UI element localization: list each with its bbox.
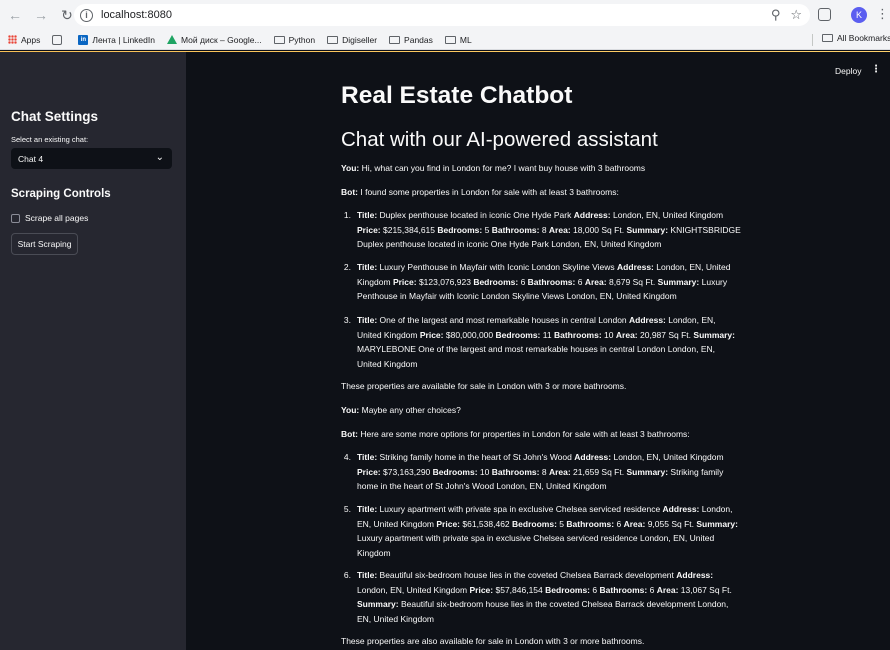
back-icon[interactable]: ← bbox=[4, 4, 26, 26]
bookmark-apps[interactable]: Apps bbox=[8, 35, 40, 45]
bookmark-star-icon[interactable]: ☆ bbox=[790, 7, 802, 23]
all-bookmarks[interactable]: All Bookmarks bbox=[822, 33, 890, 43]
folder-icon bbox=[444, 35, 456, 44]
forward-icon[interactable]: → bbox=[30, 4, 52, 26]
folder-icon bbox=[327, 35, 339, 44]
user-message: You: Maybe any other choices? bbox=[341, 405, 461, 415]
chevron-down-icon: ⌄ bbox=[155, 152, 164, 163]
profile-avatar[interactable]: K bbox=[851, 7, 867, 23]
scrape-all-checkbox[interactable]: Scrape all pages bbox=[11, 213, 88, 223]
listing-text: Title: Beautiful six-bedroom house lies … bbox=[357, 570, 732, 624]
sidebar: Chat Settings Select an existing chat: C… bbox=[0, 52, 186, 650]
url-text[interactable]: localhost:8080 bbox=[101, 9, 172, 21]
checkbox-label: Scrape all pages bbox=[25, 213, 89, 223]
folder-icon bbox=[273, 35, 285, 44]
tab-groups-icon bbox=[52, 34, 63, 45]
bot-note: These properties are available for sale … bbox=[341, 381, 627, 391]
bookmark-ml[interactable]: ML bbox=[444, 35, 472, 45]
main-menu-icon[interactable]: ⋮ bbox=[871, 64, 881, 75]
user-message: You: Hi, what can you find in London for… bbox=[341, 163, 646, 173]
linkedin-icon: in bbox=[78, 34, 89, 45]
bookmark-linkedin[interactable]: in Лента | LinkedIn bbox=[78, 34, 155, 45]
bookmark-digiseller[interactable]: Digiseller bbox=[327, 35, 377, 45]
start-scraping-button[interactable]: Start Scraping bbox=[11, 233, 78, 255]
chat-select[interactable]: Chat 4 ⌄ bbox=[11, 148, 172, 169]
listing-text: Title: Luxury apartment with private spa… bbox=[357, 504, 738, 558]
page-subtitle: Chat with our AI-powered assistant bbox=[341, 128, 658, 151]
listing-text: Title: Duplex penthouse located in iconi… bbox=[357, 210, 741, 249]
bot-note: These properties are also available for … bbox=[341, 636, 645, 646]
page-title: Real Estate Chatbot bbox=[341, 82, 573, 109]
folder-icon bbox=[389, 35, 401, 44]
bot-message: Bot: Here are some more options for prop… bbox=[341, 429, 690, 439]
browser-toolbar: ← → ↻ i localhost:8080 ⚲ ☆ K ⋮ bbox=[0, 0, 890, 30]
zoom-search-icon[interactable]: ⚲ bbox=[771, 7, 781, 23]
listing-text: Title: Striking family home in the heart… bbox=[357, 452, 724, 491]
checkbox-box[interactable] bbox=[11, 213, 20, 223]
browser-menu-icon[interactable]: ⋮ bbox=[876, 6, 889, 22]
google-drive-icon bbox=[166, 35, 177, 44]
sidebar-title: Chat Settings bbox=[11, 109, 99, 124]
folder-icon bbox=[822, 34, 833, 42]
bookmark-google-drive[interactable]: Мой диск – Google... bbox=[166, 35, 262, 45]
bookmark-python[interactable]: Python bbox=[273, 35, 315, 45]
bookmarks-divider bbox=[812, 34, 813, 46]
chat-select-label: Select an existing chat: bbox=[11, 135, 89, 144]
bot-message: Bot: I found some properties in London f… bbox=[341, 187, 619, 197]
listing-text: Title: Luxury Penthouse in Mayfair with … bbox=[357, 262, 731, 301]
address-bar[interactable]: i localhost:8080 ⚲ ☆ bbox=[74, 4, 810, 26]
scraping-controls-title: Scraping Controls bbox=[11, 188, 111, 200]
apps-grid-icon bbox=[8, 35, 17, 44]
selected-chat-value: Chat 4 bbox=[18, 154, 44, 164]
listing-text: Title: One of the largest and most remar… bbox=[357, 315, 735, 369]
site-info-icon[interactable]: i bbox=[80, 8, 93, 22]
bookmark-tab-groups[interactable] bbox=[52, 34, 66, 45]
bookmark-pandas[interactable]: Pandas bbox=[389, 35, 433, 45]
bookmarks-bar: Apps in Лента | LinkedIn Мой диск – Googl… bbox=[0, 30, 890, 50]
deploy-button[interactable]: Deploy bbox=[835, 66, 861, 76]
extensions-icon[interactable] bbox=[818, 8, 831, 21]
